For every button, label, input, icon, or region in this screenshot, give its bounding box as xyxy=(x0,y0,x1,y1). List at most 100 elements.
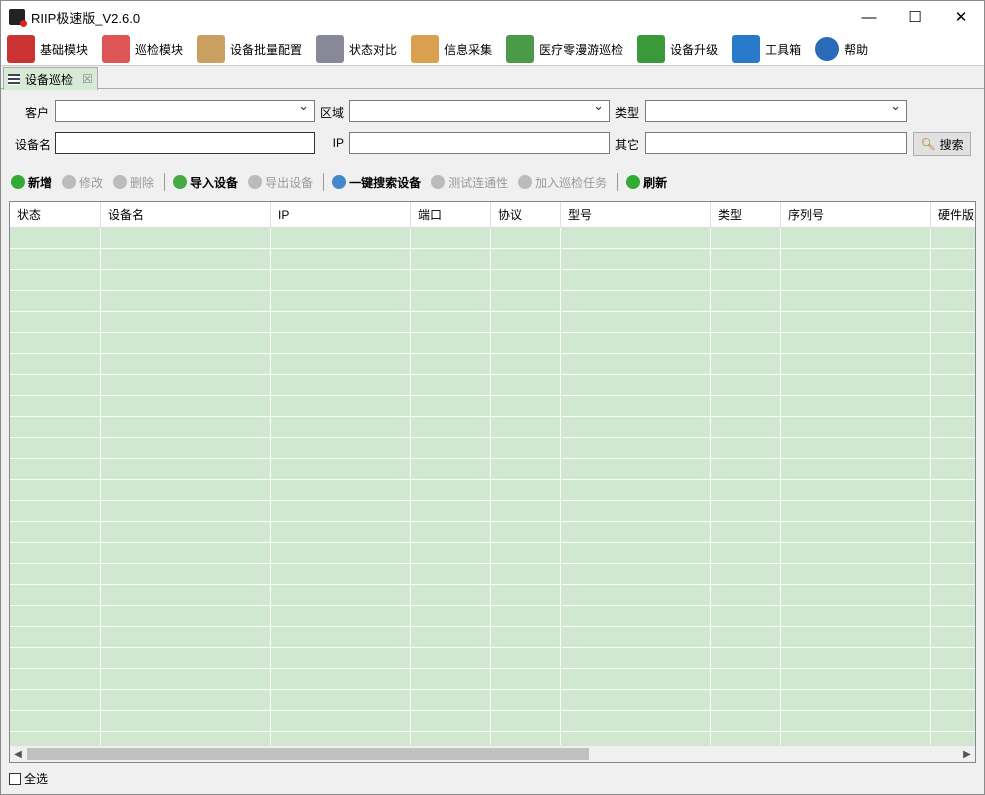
toolbar-button-0[interactable]: 新增 xyxy=(11,174,52,191)
device-name-input[interactable] xyxy=(55,132,315,154)
menu-item-5[interactable]: 医疗零漫游巡检 xyxy=(506,35,623,63)
connectivity-icon xyxy=(431,175,446,189)
column-divider xyxy=(270,228,271,746)
horizontal-scrollbar[interactable]: ◀ ▶ xyxy=(10,745,975,762)
column-header[interactable]: 端口 xyxy=(411,202,491,228)
box-icon xyxy=(197,35,226,63)
customer-label: 客户 xyxy=(24,106,49,120)
menu-item-label: 工具箱 xyxy=(765,42,802,57)
column-divider xyxy=(100,228,101,746)
menu-item-3[interactable]: 状态对比 xyxy=(316,35,397,63)
search-label: 搜索 xyxy=(939,137,964,152)
edit-icon xyxy=(62,175,77,189)
device-table[interactable]: 状态设备名IP端口协议型号类型序列号硬件版本 ◀ ▶ xyxy=(9,201,976,763)
toolbar-button-label: 新增 xyxy=(28,175,53,190)
clipboard-icon xyxy=(411,35,440,63)
toolbar-separator xyxy=(164,173,166,191)
column-header[interactable]: 协议 xyxy=(491,202,561,228)
column-divider xyxy=(710,228,711,746)
menu-item-label: 医疗零漫游巡检 xyxy=(539,42,624,57)
column-divider xyxy=(930,228,931,746)
menu-item-8[interactable]: 帮助 xyxy=(815,37,868,61)
search-icon xyxy=(332,175,347,189)
column-header[interactable]: 硬件版本 xyxy=(931,202,975,228)
customer-select[interactable] xyxy=(55,98,315,122)
menu-item-4[interactable]: 信息采集 xyxy=(411,35,492,63)
menu-item-2[interactable]: 设备批量配置 xyxy=(197,35,302,63)
binders-icon xyxy=(7,35,35,63)
region-select[interactable] xyxy=(349,98,610,122)
action-toolbar: 新增 修改 删除 导入设备 导出设备 一键搜索设备 测试连通性 加入巡检任务 刷新 xyxy=(11,171,677,193)
search-icon: 🔍︎ xyxy=(920,137,936,151)
column-header[interactable]: 设备名 xyxy=(101,202,271,228)
minimize-button[interactable]: — xyxy=(846,1,892,33)
table-compare-icon xyxy=(316,35,345,63)
toolbar-button-5[interactable]: 一键搜索设备 xyxy=(332,174,421,191)
upgrade-arrow-icon xyxy=(637,35,666,63)
menu-item-1[interactable]: 巡检模块 xyxy=(102,35,183,63)
toolbar-button-8[interactable]: 刷新 xyxy=(626,174,667,191)
export-icon xyxy=(248,175,263,189)
menu-item-label: 基础模块 xyxy=(40,42,89,57)
toolbar-button-7[interactable]: 加入巡检任务 xyxy=(518,174,607,191)
select-all-label: 全选 xyxy=(24,772,49,786)
tab-label: 设备巡检 xyxy=(25,72,74,87)
scroll-left-icon[interactable]: ◀ xyxy=(10,746,26,762)
toolbar-button-label: 删除 xyxy=(130,175,155,190)
menu-item-label: 帮助 xyxy=(844,42,869,57)
column-header[interactable]: IP xyxy=(271,202,411,228)
menu-item-label: 巡检模块 xyxy=(135,42,184,57)
toolbar-button-2[interactable]: 删除 xyxy=(113,174,154,191)
select-all-checkbox[interactable]: 全选 xyxy=(9,770,48,787)
menu-item-label: 状态对比 xyxy=(349,42,398,57)
import-icon xyxy=(173,175,188,189)
tab-device-inspection[interactable]: 设备巡检 ☒ xyxy=(3,67,98,90)
toolbar-button-label: 修改 xyxy=(79,175,104,190)
column-header[interactable]: 型号 xyxy=(561,202,711,228)
other-label: 其它 xyxy=(614,138,639,152)
toolbar-button-label: 导出设备 xyxy=(265,175,314,190)
other-input[interactable] xyxy=(645,132,907,154)
toolbar-button-label: 导入设备 xyxy=(190,175,239,190)
column-divider xyxy=(780,228,781,746)
type-label: 类型 xyxy=(614,106,639,120)
column-header[interactable]: 类型 xyxy=(711,202,781,228)
column-header[interactable]: 序列号 xyxy=(781,202,931,228)
delete-icon xyxy=(113,175,128,189)
title-bar: RIIP极速版_V2.6.0 — ☐ ✕ xyxy=(1,1,984,33)
search-button[interactable]: 🔍︎ 搜索 xyxy=(913,132,971,156)
ip-input[interactable] xyxy=(349,132,610,154)
add-icon xyxy=(11,175,25,189)
column-divider xyxy=(560,228,561,746)
maximize-button[interactable]: ☐ xyxy=(892,1,938,33)
table-header: 状态设备名IP端口协议型号类型序列号硬件版本 xyxy=(10,202,975,228)
menu-item-7[interactable]: 工具箱 xyxy=(732,35,801,63)
column-header[interactable]: 状态 xyxy=(10,202,101,228)
checkbox-icon xyxy=(9,772,21,785)
toolbar-button-3[interactable]: 导入设备 xyxy=(173,174,238,191)
menu-item-0[interactable]: 基础模块 xyxy=(7,35,88,63)
toolbar-button-1[interactable]: 修改 xyxy=(62,174,103,191)
module-menu-bar: 基础模块 巡检模块 设备批量配置 状态对比 信息采集 医疗零漫游巡检 设备升级 工具箱 帮助 xyxy=(1,33,984,65)
calendar-clock-icon xyxy=(102,35,131,63)
scroll-right-icon[interactable]: ▶ xyxy=(959,746,975,762)
menu-item-6[interactable]: 设备升级 xyxy=(637,35,718,63)
refresh-icon xyxy=(626,175,641,189)
toolbar-button-label: 一键搜索设备 xyxy=(349,175,422,190)
menu-item-label: 信息采集 xyxy=(444,42,493,57)
app-icon xyxy=(9,9,27,27)
tab-close-icon[interactable]: ☒ xyxy=(82,72,93,86)
toolbar-button-4[interactable]: 导出设备 xyxy=(248,174,313,191)
tab-bar: 设备巡检 ☒ xyxy=(1,65,984,90)
column-divider xyxy=(410,228,411,746)
toolbar-separator xyxy=(323,173,325,191)
close-button[interactable]: ✕ xyxy=(938,1,984,33)
toolbox-icon xyxy=(732,35,761,63)
help-icon xyxy=(815,37,840,61)
table-body xyxy=(10,228,975,746)
type-select[interactable] xyxy=(645,98,907,122)
medical-cross-icon xyxy=(506,35,535,63)
scrollbar-thumb[interactable] xyxy=(27,748,589,760)
toolbar-button-6[interactable]: 测试连通性 xyxy=(431,174,508,191)
add-task-icon xyxy=(518,175,533,189)
